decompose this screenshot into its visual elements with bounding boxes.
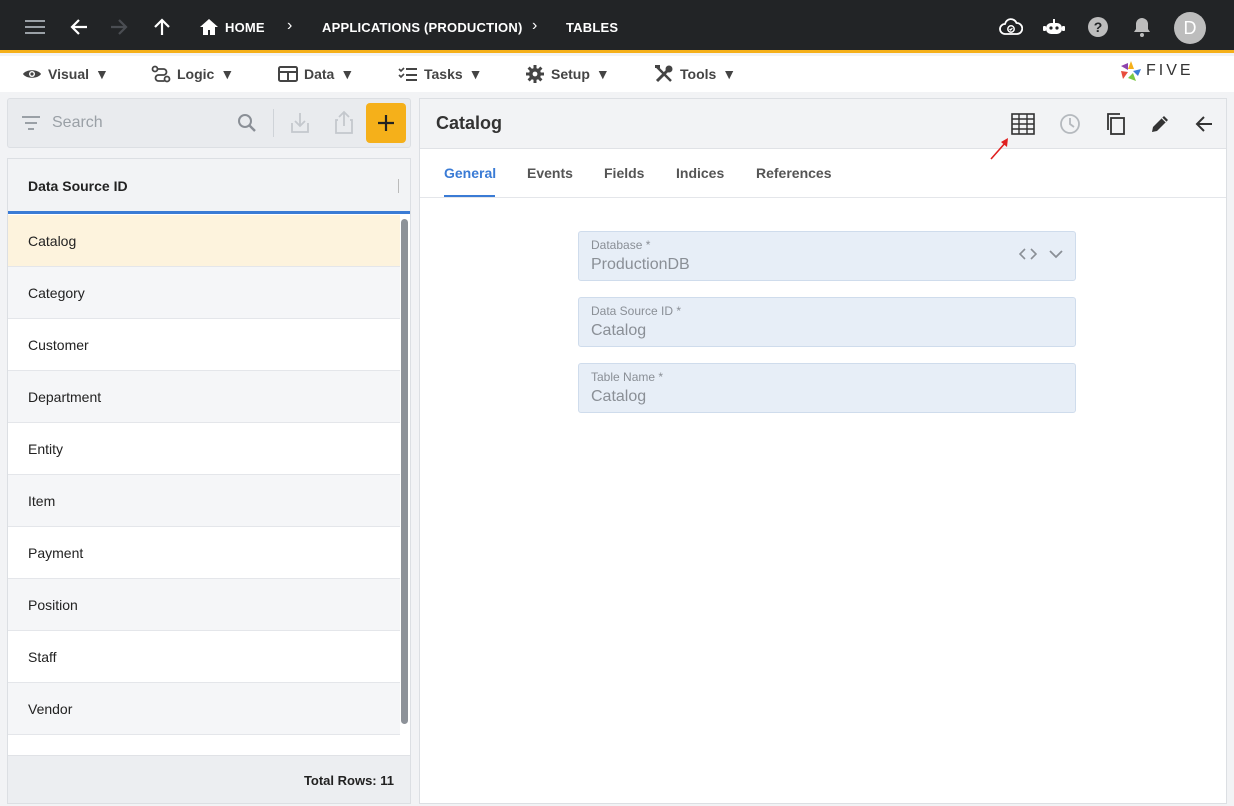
list-item[interactable]: Payment — [8, 527, 400, 579]
column-resize-handle[interactable] — [398, 179, 399, 193]
menu-logic[interactable]: Logic ▼ — [151, 64, 234, 84]
copy-icon[interactable] — [1103, 111, 1129, 137]
up-arrow-icon[interactable] — [149, 14, 175, 40]
menu-tasks[interactable]: Tasks ▼ — [398, 64, 483, 84]
list-item[interactable]: Vendor — [8, 683, 400, 735]
back-icon[interactable] — [1191, 111, 1217, 137]
avatar[interactable]: D — [1174, 12, 1206, 44]
menu-setup[interactable]: Setup ▼ — [525, 64, 610, 84]
list-item[interactable]: Category — [8, 267, 400, 319]
cloud-check-icon[interactable] — [998, 14, 1024, 40]
chevron-down-icon[interactable] — [1049, 249, 1063, 259]
breadcrumb-applications[interactable]: APPLICATIONS (PRODUCTION) — [322, 20, 522, 35]
data-source-id-field[interactable]: Data Source ID * Catalog — [578, 297, 1076, 347]
gear-icon — [526, 65, 544, 83]
menu-icon[interactable] — [22, 14, 48, 40]
list-rows: Catalog Category Customer Department Ent… — [8, 215, 400, 787]
search-icon[interactable] — [237, 113, 257, 133]
menu-visual[interactable]: Visual ▼ — [22, 64, 109, 84]
menu-bar: Visual ▼ Logic ▼ Data ▼ Tasks ▼ Setup ▼ … — [0, 56, 1234, 92]
back-arrow-icon[interactable] — [66, 14, 92, 40]
home-icon[interactable] — [196, 14, 222, 40]
robot-icon[interactable] — [1041, 14, 1067, 40]
add-button[interactable] — [366, 103, 406, 143]
code-icon[interactable] — [1019, 248, 1037, 260]
data-source-list: Data Source ID Catalog Category Customer… — [7, 158, 411, 804]
tools-icon — [655, 65, 673, 83]
table-icon — [278, 66, 298, 82]
menu-tools[interactable]: Tools ▼ — [654, 64, 736, 84]
breadcrumb-home[interactable]: HOME — [225, 20, 265, 35]
data-source-id-label: Data Source ID * — [591, 304, 682, 318]
tab-events[interactable]: Events — [527, 165, 573, 181]
help-icon[interactable]: ? — [1085, 14, 1111, 40]
form-panel: Catalog General Events Fields Indices Re… — [419, 98, 1227, 804]
list-header[interactable]: Data Source ID — [8, 159, 410, 214]
table-grid-icon[interactable] — [1010, 111, 1036, 137]
data-source-id-value: Catalog — [591, 322, 647, 339]
table-name-value: Catalog — [591, 388, 647, 405]
edit-icon[interactable] — [1147, 111, 1173, 137]
table-name-label: Table Name * — [591, 370, 664, 384]
database-value: ProductionDB — [591, 256, 690, 273]
list-item[interactable]: Catalog — [8, 215, 400, 267]
annotation-arrow-icon — [990, 138, 1008, 160]
database-field[interactable]: Database * ProductionDB — [578, 231, 1076, 281]
tab-indices[interactable]: Indices — [676, 165, 724, 181]
five-logo-icon — [1121, 61, 1141, 81]
toolbar-divider — [273, 109, 274, 137]
list-item[interactable]: Staff — [8, 631, 400, 683]
import-icon[interactable] — [289, 111, 311, 135]
column-header[interactable]: Data Source ID — [28, 178, 128, 194]
svg-text:?: ? — [1094, 19, 1103, 35]
breadcrumb-separator: › — [532, 17, 538, 34]
list-toolbar: Search — [7, 98, 411, 148]
active-tab-indicator — [444, 195, 495, 197]
form-tabs: General Events Fields Indices References — [420, 149, 1226, 198]
tasks-icon — [398, 67, 417, 81]
bell-icon[interactable] — [1129, 14, 1155, 40]
breadcrumb-tables: TABLES — [566, 20, 619, 35]
share-icon[interactable] — [333, 109, 355, 135]
menu-data[interactable]: Data ▼ — [278, 64, 354, 84]
top-bar: HOME › APPLICATIONS (PRODUCTION) › TABLE… — [0, 0, 1234, 53]
forward-arrow-icon[interactable] — [106, 14, 132, 40]
filter-icon[interactable] — [22, 116, 40, 130]
list-item[interactable]: Item — [8, 475, 400, 527]
eye-icon — [23, 70, 41, 78]
list-item[interactable]: Position — [8, 579, 400, 631]
table-name-field[interactable]: Table Name * Catalog — [578, 363, 1076, 413]
list-item[interactable]: Entity — [8, 423, 400, 475]
history-icon[interactable] — [1057, 111, 1083, 137]
scrollbar-thumb[interactable] — [401, 219, 408, 724]
tab-references[interactable]: References — [756, 165, 832, 181]
form-header: Catalog — [420, 99, 1226, 149]
database-label: Database * — [591, 238, 651, 252]
search-input[interactable]: Search — [52, 114, 103, 132]
tab-fields[interactable]: Fields — [604, 165, 644, 181]
total-rows: Total Rows: 11 — [303, 773, 394, 788]
logic-icon — [151, 65, 171, 83]
list-footer: Total Rows: 11 — [8, 755, 410, 803]
list-scrollbar[interactable] — [400, 215, 410, 755]
five-logo: FIVE — [1120, 58, 1194, 84]
plus-icon — [378, 115, 394, 131]
list-item[interactable]: Customer — [8, 319, 400, 371]
database-field-tools — [1019, 248, 1063, 260]
form-title: Catalog — [436, 113, 503, 133]
breadcrumb-separator: › — [287, 17, 293, 34]
tab-general[interactable]: General — [444, 165, 496, 181]
list-item[interactable]: Department — [8, 371, 400, 423]
